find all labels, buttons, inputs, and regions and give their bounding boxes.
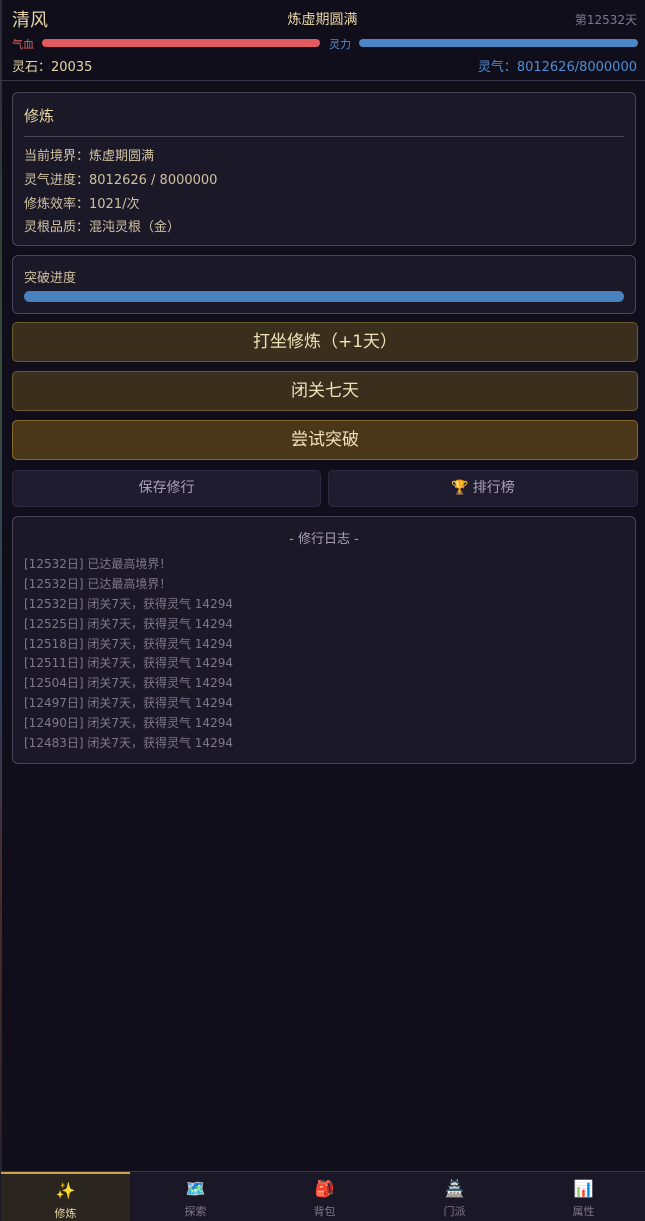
status-header: 清风 炼虚期圆满 第12532天 气血 灵力 灵石：20035 灵气：80126…	[0, 0, 645, 81]
log-entry: [12511日] 闭关7天，获得灵气 14294	[24, 656, 233, 671]
trophy-icon: 🏆	[451, 480, 469, 496]
divider	[24, 136, 624, 137]
seclusion-button[interactable]: 闭关七天	[12, 371, 638, 411]
log-list: [12532日] 已达最高境界！ [12532日] 已达最高境界！ [12532…	[24, 555, 233, 754]
hp-bar-fill	[42, 39, 320, 47]
backpack-icon: 🎒	[314, 1179, 335, 1198]
bar-chart-icon: 📊	[573, 1179, 594, 1198]
nav-tab-explore[interactable]: 🗺️ 探索	[131, 1172, 260, 1221]
log-entry: [12532日] 闭关7天，获得灵气 14294	[24, 596, 233, 611]
log-entry: [12532日] 已达最高境界！	[24, 576, 172, 591]
cultivation-efficiency: 修炼效率：1021/次	[24, 197, 140, 212]
mp-label: 灵力	[329, 38, 351, 51]
breakthrough-panel: 突破进度	[12, 255, 636, 314]
nav-label: 背包	[313, 1205, 336, 1218]
bottom-nav: ✨ 修炼 🗺️ 探索 🎒 背包 🏯 门派 📊 属性	[0, 1171, 645, 1221]
qi-progress: 灵气进度：8012626 / 8000000	[24, 173, 218, 188]
nav-tab-cultivate[interactable]: ✨ 修炼	[1, 1172, 130, 1221]
hp-bar	[42, 39, 320, 47]
mp-bar	[359, 39, 638, 47]
window-edge	[0, 0, 2, 1220]
nav-label: 门派	[443, 1205, 466, 1218]
meditate-button[interactable]: 打坐修炼（+1天）	[12, 322, 638, 362]
current-realm: 当前境界：炼虚期圆满	[24, 149, 155, 164]
nav-label: 属性	[572, 1205, 595, 1218]
cultivation-log-panel: - 修行日志 - [12532日] 已达最高境界！ [12532日] 已达最高境…	[12, 516, 636, 764]
leaderboard-label: 排行榜	[472, 480, 515, 496]
nav-tab-backpack[interactable]: 🎒 背包	[260, 1172, 389, 1221]
hp-label: 气血	[12, 38, 34, 51]
spirit-stones: 灵石：20035	[12, 60, 93, 75]
log-entry: [12532日] 已达最高境界！	[24, 557, 172, 571]
log-title: - 修行日志 -	[289, 532, 359, 547]
log-entry: [12525日] 闭关7天，获得灵气 14294	[24, 616, 233, 631]
nav-label: 修炼	[54, 1207, 77, 1220]
spirit-qi: 灵气：8012626/8000000	[477, 60, 637, 75]
temple-icon: 🏯	[444, 1179, 465, 1198]
breakthrough-title: 突破进度	[24, 271, 77, 286]
log-entry: [12490日] 闭关7天，获得灵气 14294	[24, 716, 233, 731]
nav-tab-attributes[interactable]: 📊 属性	[519, 1172, 645, 1221]
sparkles-icon: ✨	[55, 1181, 76, 1200]
log-entry: [12497日] 闭关7天，获得灵气 14294	[24, 696, 233, 711]
spirit-root-quality: 灵根品质：混沌灵根（金）	[24, 220, 181, 235]
cultivation-panel: 修炼 当前境界：炼虚期圆满 灵气进度：8012626 / 8000000 修炼效…	[12, 92, 636, 246]
log-entry: [12518日] 闭关7天，获得灵气 14294	[24, 636, 233, 651]
nav-label: 探索	[184, 1205, 207, 1218]
breakthrough-progress-fill	[24, 291, 624, 302]
day-counter: 第12532天	[574, 13, 637, 27]
breakthrough-button[interactable]: 尝试突破	[12, 420, 638, 460]
log-entry: [12504日] 闭关7天，获得灵气 14294	[24, 676, 233, 691]
map-icon: 🗺️	[185, 1179, 206, 1198]
cultivation-title: 修炼	[24, 107, 55, 125]
realm-title: 炼虚期圆满	[287, 12, 358, 28]
leaderboard-button[interactable]: 🏆 排行榜	[328, 470, 638, 507]
nav-tab-sect[interactable]: 🏯 门派	[390, 1172, 519, 1221]
mp-bar-fill	[359, 39, 638, 47]
save-button[interactable]: 保存修行	[12, 470, 321, 507]
breakthrough-progress-bar	[24, 291, 624, 302]
log-entry: [12483日] 闭关7天，获得灵气 14294	[24, 736, 233, 751]
